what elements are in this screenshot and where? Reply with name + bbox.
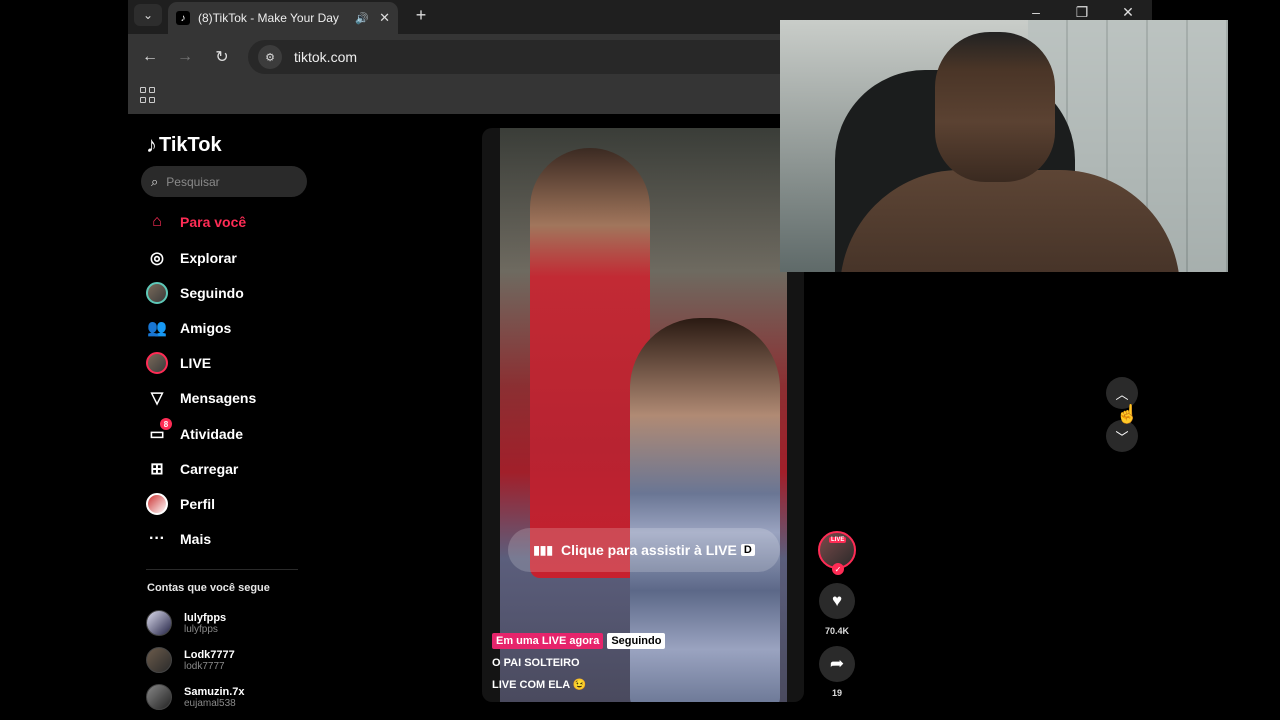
reload-icon[interactable]: ↻	[211, 46, 233, 68]
tiktok-favicon-icon: ♪	[176, 11, 190, 25]
video-caption-line2: LIVE COM ELA 😉	[492, 679, 587, 691]
live-bars-icon: ▮▮▮	[533, 543, 553, 557]
webcam-person-head	[935, 32, 1055, 182]
nav-item-seguindo[interactable]: Seguindo	[146, 279, 244, 307]
nav-item-explorar[interactable]: ◎ Explorar	[146, 244, 237, 272]
share-button[interactable]: ➦	[819, 646, 855, 682]
tiktok-sidebar: ♪ TikTok ⌕ Pesquisar ⌂ Para você ◎ Explo…	[128, 114, 308, 720]
nav-item-carregar[interactable]: ⊞ Carregar	[146, 455, 238, 483]
nav-label: Seguindo	[180, 285, 244, 301]
like-count: 70.4K	[824, 626, 850, 636]
heart-icon: ♥	[831, 591, 843, 610]
tiktok-logo[interactable]: ♪ TikTok	[146, 132, 222, 158]
search-icon: ⌕	[151, 173, 159, 189]
video-frame[interactable]: ▮▮▮ Clique para assistir à LIVE D	[500, 128, 787, 702]
nav-item-mensagens[interactable]: ▽ Mensagens	[146, 384, 256, 412]
url-text: tiktok.com	[294, 49, 358, 65]
nav-label: Amigos	[180, 320, 232, 336]
account-handle: lulyfpps	[184, 623, 218, 635]
live-avatar-icon	[146, 352, 168, 374]
home-icon: ⌂	[152, 213, 162, 230]
account-handle: eujamal538	[184, 697, 236, 709]
account-name: lulyfpps	[184, 611, 227, 624]
hand-cursor-icon: ☝	[1116, 404, 1139, 424]
webcam-overlay	[780, 20, 1228, 272]
speaker-icon[interactable]: 🔊	[355, 12, 369, 25]
nav-label: Mais	[180, 531, 212, 547]
nav-item-para-voce[interactable]: ⌂ Para você	[146, 208, 246, 236]
account-name: Samuzin.7x	[184, 685, 245, 698]
avatar	[146, 647, 172, 673]
share-arrow-icon: ➦	[829, 654, 845, 673]
forward-icon[interactable]: →	[174, 46, 196, 68]
live-now-tag: Em uma LIVE agora	[492, 633, 604, 649]
chevron-down-icon: ⌄	[142, 8, 154, 22]
nav-label: Para você	[180, 214, 247, 230]
tab-title: (8)TikTok - Make Your Day	[198, 11, 339, 25]
nav-label: Carregar	[180, 461, 239, 477]
activity-icon: ▭ 8	[146, 418, 172, 445]
watch-live-button[interactable]: ▮▮▮ Clique para assistir à LIVE D	[508, 528, 780, 572]
avatar	[146, 610, 172, 636]
like-button[interactable]: ♥	[819, 583, 855, 619]
sidebar-divider	[146, 569, 298, 570]
nav-label: Mensagens	[180, 390, 257, 406]
shortcut-key: D	[740, 544, 755, 556]
apps-grid-icon[interactable]	[140, 87, 156, 103]
search-input[interactable]: ⌕ Pesquisar	[141, 166, 307, 197]
check-icon: ✓	[832, 563, 844, 575]
activity-badge: 8	[160, 418, 172, 430]
nav-item-live[interactable]: LIVE	[146, 349, 211, 377]
close-window-icon[interactable]: ✕	[1118, 4, 1138, 21]
video-caption-line1: O PAI SOLTEIRO	[492, 657, 580, 669]
watch-live-label: Clique para assistir à LIVE	[561, 542, 737, 558]
creator-live-avatar[interactable]: LIVE ✓	[818, 531, 856, 575]
following-account[interactable]: lulyfpps lulyfpps	[146, 610, 226, 636]
nav-item-atividade[interactable]: ▭ 8 Atividade	[146, 418, 244, 448]
logo-text: TikTok	[159, 133, 222, 156]
nav-item-mais[interactable]: ··· Mais	[146, 525, 211, 553]
avatar	[146, 684, 172, 710]
tab-search-button[interactable]: ⌄	[134, 4, 162, 26]
restore-icon[interactable]: ❐	[1072, 4, 1092, 21]
video-tags: Em uma LIVE agora Seguindo	[492, 633, 666, 649]
friends-icon: 👥	[147, 320, 167, 337]
close-tab-icon[interactable]: ✕	[379, 10, 390, 26]
following-title: Contas que você segue	[147, 582, 270, 594]
following-tag: Seguindo	[607, 633, 666, 649]
account-handle: lodk7777	[184, 660, 225, 672]
following-avatar-icon	[146, 282, 168, 304]
more-icon: ···	[149, 530, 165, 547]
back-icon[interactable]: ←	[139, 46, 161, 68]
nav-item-perfil[interactable]: Perfil	[146, 490, 215, 518]
nav-label: Perfil	[180, 496, 216, 512]
account-name: Lodk7777	[184, 648, 235, 661]
upload-icon: ⊞	[150, 461, 164, 478]
compass-icon: ◎	[150, 250, 164, 267]
nav-label: Atividade	[180, 426, 244, 442]
tiktok-note-icon: ♪	[146, 132, 157, 157]
nav-label: LIVE	[180, 355, 212, 371]
chevron-down-icon: ﹀	[1115, 429, 1129, 445]
minimize-icon[interactable]: –	[1026, 4, 1046, 20]
share-count: 19	[831, 688, 842, 698]
tab-tiktok[interactable]: ♪ (8)TikTok - Make Your Day 🔊 ✕	[168, 2, 398, 34]
new-tab-button[interactable]: +	[410, 4, 432, 26]
profile-avatar-icon	[146, 493, 168, 515]
nav-item-amigos[interactable]: 👥 Amigos	[146, 314, 231, 342]
screen: ⌄ ♪ (8)TikTok - Make Your Day 🔊 ✕ + – ❐ …	[0, 0, 1280, 720]
following-account[interactable]: Lodk7777 lodk7777	[146, 647, 235, 673]
live-badge: LIVE	[829, 537, 847, 543]
following-account[interactable]: Samuzin.7x eujamal538	[146, 684, 245, 710]
site-settings-icon[interactable]: ⚙	[258, 45, 282, 69]
search-placeholder: Pesquisar	[166, 174, 220, 189]
chevron-up-icon: ︿	[1115, 386, 1129, 402]
send-icon: ▽	[150, 390, 164, 407]
video-card[interactable]: ▮▮▮ Clique para assistir à LIVE D Em uma…	[482, 128, 804, 702]
nav-label: Explorar	[180, 250, 237, 266]
